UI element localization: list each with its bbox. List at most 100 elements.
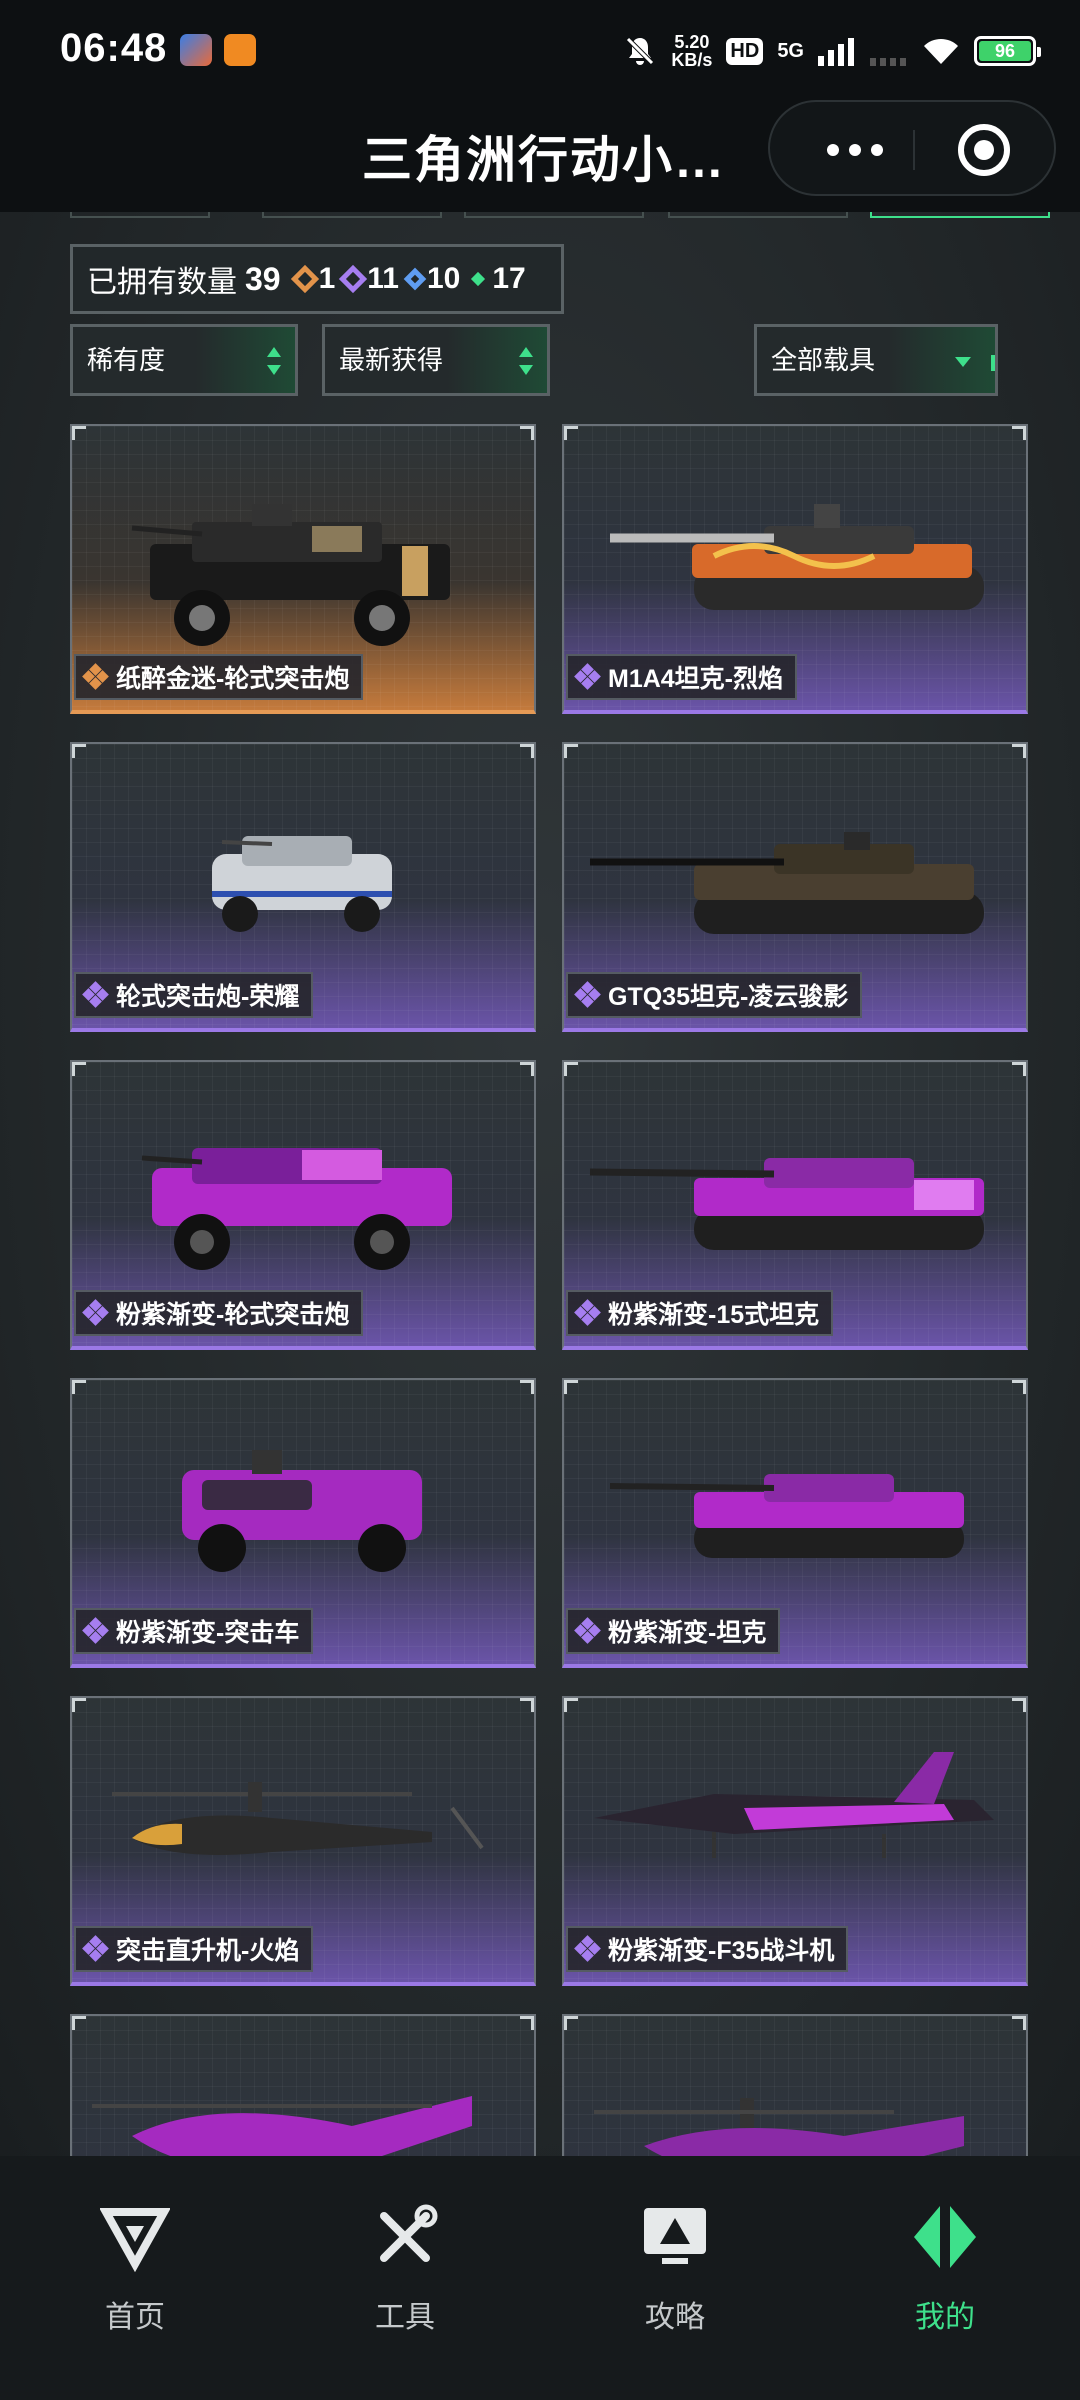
- orange-diamond-icon: [290, 264, 319, 294]
- rarity-purple-icon: [574, 1935, 601, 1962]
- vehicle-name: 粉紫渐变-F35战斗机: [608, 1937, 835, 1965]
- vehicle-name-tag: 轮式突击炮-荣耀: [74, 972, 314, 1018]
- rarity-purple-icon: [82, 1617, 109, 1644]
- vehicle-card[interactable]: 轮式突击炮-荣耀: [70, 742, 536, 1032]
- owned-total: 39: [245, 260, 281, 297]
- rarity-filter-label: 稀有度: [87, 345, 166, 375]
- mini-program-capsule: [768, 100, 1056, 196]
- helicopter-image: [92, 2096, 472, 2156]
- net-speed-unit: KB/s: [671, 50, 713, 70]
- vehicle-card[interactable]: 纸醉金迷-轮式突击炮: [70, 424, 536, 714]
- tab-home[interactable]: 首页: [0, 2156, 270, 2400]
- tab-strip-edge: [870, 212, 1050, 218]
- rarity-orange-icon: [82, 663, 109, 690]
- rarity-purple-icon: [574, 981, 601, 1008]
- vehicle-card[interactable]: 突击直升机-火焰: [70, 1696, 536, 1986]
- rarity-count-value: 11: [367, 262, 399, 295]
- tools-icon: [380, 2204, 438, 2262]
- tab-strip-edge: [70, 212, 210, 218]
- vehicle-card[interactable]: 粉紫渐变-突击车: [70, 1378, 536, 1668]
- vehicle-name-tag: 粉紫渐变-突击车: [74, 1608, 314, 1654]
- bottom-tab-bar: 首页 工具 攻略 我的: [0, 2156, 1080, 2400]
- rarity-purple-icon: [574, 1299, 601, 1326]
- hd-badge: HD: [726, 37, 764, 65]
- sort-arrows-icon: [267, 347, 281, 375]
- rarity-count-value: 10: [427, 262, 461, 295]
- vehicle-name-tag: 纸醉金迷-轮式突击炮: [74, 654, 364, 700]
- vehicle-card[interactable]: 粉紫渐变-15式坦克: [562, 1060, 1028, 1350]
- capsule-divider: [913, 130, 915, 170]
- vehicle-card[interactable]: GTQ35坦克-凌云骏影: [562, 742, 1028, 1032]
- tab-label: 首页: [105, 2301, 165, 2334]
- tab-strip-edge: [668, 212, 848, 218]
- sort-filter[interactable]: 最新获得: [322, 324, 550, 396]
- guide-icon: [644, 2208, 706, 2264]
- vehicle-name-tag: 粉紫渐变-轮式突击炮: [74, 1290, 364, 1336]
- vehicle-name-tag: 粉紫渐变-15式坦克: [566, 1290, 834, 1336]
- filter-accent: [991, 355, 995, 371]
- tab-strip-edge: [464, 212, 644, 218]
- vehicle-name-tag: 粉紫渐变-F35战斗机: [566, 1926, 849, 1972]
- owned-label: 已拥有数量: [87, 266, 237, 299]
- vehicle-collection[interactable]: 已拥有数量 39 1 11 10 17 稀有度 最新获得 全部载具 纸醉金迷-轮…: [0, 212, 1080, 2156]
- rarity-purple-icon: [82, 981, 109, 1008]
- rarity-filter[interactable]: 稀有度: [70, 324, 298, 396]
- purple-diamond-icon: [339, 264, 368, 294]
- rarity-count-orange: 1: [290, 262, 336, 296]
- tab-label: 工具: [375, 2301, 435, 2334]
- vehicle-name: 纸醉金迷-轮式突击炮: [116, 665, 350, 693]
- vehicle-name-tag: 粉紫渐变-坦克: [566, 1608, 781, 1654]
- tab-label: 我的: [915, 2301, 975, 2334]
- rarity-count-value: 1: [318, 262, 336, 295]
- rarity-purple-icon: [574, 1617, 601, 1644]
- vehicle-name: 轮式突击炮-荣耀: [116, 983, 300, 1011]
- vehicle-name: M1A4坦克-烈焰: [608, 665, 784, 693]
- rarity-purple-icon: [574, 663, 601, 690]
- rarity-count-blue: 10: [403, 262, 461, 296]
- vehicle-card[interactable]: 粉紫渐变-坦克: [562, 1378, 1028, 1668]
- battery-level: 96: [979, 41, 1031, 61]
- vehicle-type-filter[interactable]: 全部载具: [754, 324, 998, 396]
- rarity-purple-icon: [82, 1935, 109, 1962]
- vehicle-name-tag: M1A4坦克-烈焰: [566, 654, 798, 700]
- close-target-icon[interactable]: [958, 124, 1010, 176]
- helicopter-image: [594, 2098, 964, 2156]
- vehicle-card[interactable]: [70, 2014, 536, 2156]
- vehicle-name: 突击直升机-火焰: [116, 1937, 300, 1965]
- battery-icon: 96: [974, 36, 1041, 66]
- page-title: 三角洲行动小…: [362, 132, 726, 188]
- tab-strip-edge: [262, 212, 442, 218]
- sort-filter-label: 最新获得: [339, 345, 444, 375]
- mute-bell-icon: [626, 37, 655, 65]
- tab-profile[interactable]: 我的: [810, 2156, 1080, 2400]
- green-diamond-icon: [471, 271, 486, 287]
- blue-diamond-icon: [403, 267, 427, 291]
- vehicle-name: 粉紫渐变-轮式突击炮: [116, 1301, 350, 1329]
- vehicle-name: 粉紫渐变-突击车: [116, 1619, 300, 1647]
- tab-label: 攻略: [645, 2301, 705, 2334]
- vehicle-type-label: 全部载具: [771, 345, 876, 375]
- signal-icon: [818, 38, 854, 66]
- rarity-count-value: 17: [492, 262, 526, 295]
- owned-count-panel: 已拥有数量 39 1 11 10 17: [70, 244, 564, 314]
- status-time: 06:48: [60, 26, 168, 70]
- tab-tools[interactable]: 工具: [270, 2156, 540, 2400]
- profile-icon: [914, 2206, 976, 2268]
- weather-app-icon: [180, 34, 212, 66]
- vehicle-card[interactable]: 粉紫渐变-F35战斗机: [562, 1696, 1028, 1986]
- vehicle-card[interactable]: [562, 2014, 1028, 2156]
- status-bar: 06:48 5.20 KB/s HD 5G 96: [0, 0, 1080, 100]
- vehicle-card[interactable]: M1A4坦克-烈焰: [562, 424, 1028, 714]
- vehicle-card[interactable]: 粉紫渐变-轮式突击炮: [70, 1060, 536, 1350]
- wifi-icon: [924, 38, 958, 64]
- vehicle-name: 粉紫渐变-坦克: [608, 1619, 767, 1647]
- logo-icon: [100, 2208, 170, 2272]
- chevron-down-icon: [955, 357, 971, 367]
- tab-guide[interactable]: 攻略: [540, 2156, 810, 2400]
- more-button[interactable]: [810, 102, 900, 198]
- rarity-purple-icon: [82, 1299, 109, 1326]
- signal-weak-icon: [870, 58, 906, 66]
- network-type: 5G: [777, 39, 804, 62]
- rarity-count-purple: 11: [339, 262, 399, 296]
- net-speed-value: 5.20: [674, 32, 710, 52]
